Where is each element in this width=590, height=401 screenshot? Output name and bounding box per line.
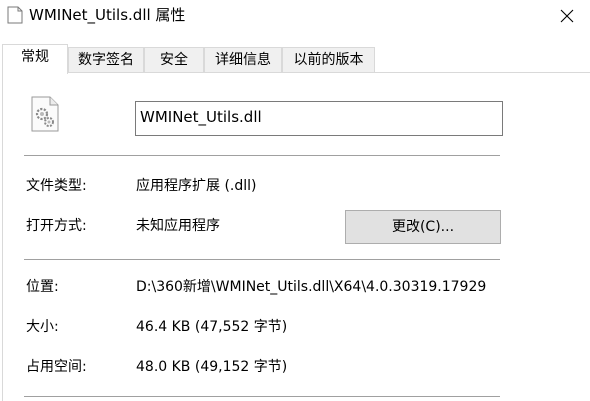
separator [24, 155, 500, 156]
tab-previous-versions[interactable]: 以前的版本 [282, 47, 375, 73]
tab-panel-border [2, 72, 590, 73]
location-value: D:\360新增\WMINet_Utils.dll\X64\4.0.30319.… [136, 279, 487, 295]
close-button[interactable] [544, 0, 590, 32]
size-value: 46.4 KB (47,552 字节) [136, 319, 288, 335]
tab-general[interactable]: 常规 [2, 44, 68, 74]
size-on-disk-value: 48.0 KB (49,152 字节) [136, 359, 288, 375]
tab-strip: 常规 数字签名 安全 详细信息 以前的版本 [2, 44, 590, 74]
file-type-label: 文件类型: [26, 178, 87, 194]
separator [24, 396, 500, 397]
opens-with-value: 未知应用程序 [136, 218, 220, 234]
opens-with-label: 打开方式: [26, 218, 87, 234]
file-name-field[interactable]: WMINet_Utils.dll [135, 101, 503, 136]
separator [24, 259, 500, 260]
size-on-disk-label: 占用空间: [26, 359, 87, 375]
change-button[interactable]: 更改(C)... [345, 210, 501, 244]
file-type-value: 应用程序扩展 (.dll) [136, 178, 257, 194]
size-label: 大小: [26, 319, 59, 335]
tab-details[interactable]: 详细信息 [204, 47, 282, 73]
dll-gear-file-icon [31, 96, 59, 132]
tab-panel-left-border [2, 72, 3, 401]
tab-security[interactable]: 安全 [144, 47, 204, 73]
tab-digital-signatures[interactable]: 数字签名 [68, 47, 144, 73]
location-label: 位置: [26, 279, 59, 295]
document-icon [7, 6, 23, 24]
close-icon [560, 9, 574, 23]
title-bar: WMINet_Utils.dll 属性 [0, 0, 590, 32]
window-title: WMINet_Utils.dll 属性 [29, 6, 186, 24]
